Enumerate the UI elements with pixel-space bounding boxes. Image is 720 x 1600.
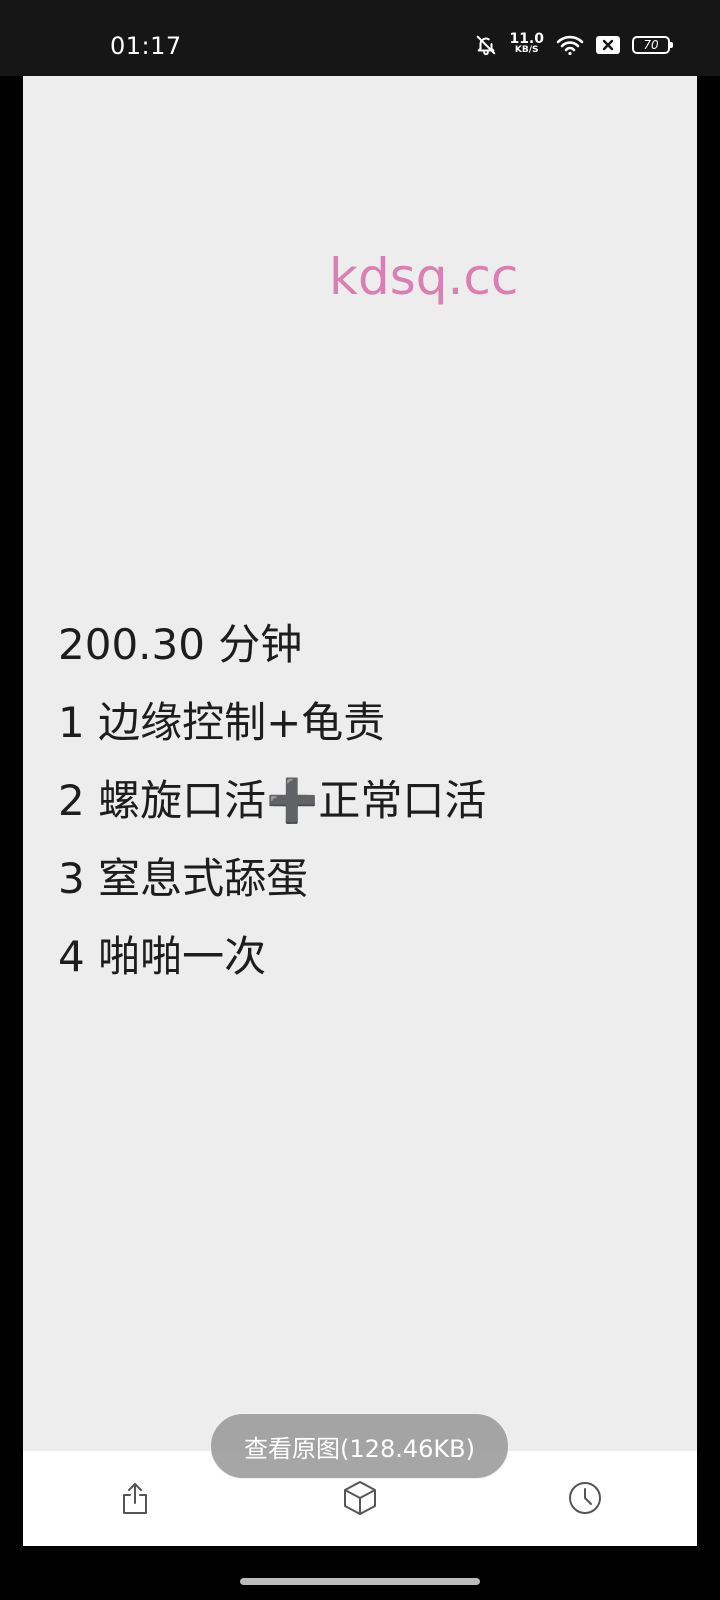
history-button[interactable] <box>563 1476 607 1520</box>
model-view-button[interactable] <box>338 1476 382 1520</box>
image-viewer[interactable]: kdsq.cc 200.30 分钟 1 边缘控制+龟责 2 螺旋口活➕正常口活 … <box>23 76 697 1451</box>
note-text: 200.30 分钟 1 边缘控制+龟责 2 螺旋口活➕正常口活 3 窒息式舔蛋 … <box>58 606 486 996</box>
cube-icon <box>344 1481 376 1515</box>
status-time: 01:17 <box>110 32 182 60</box>
sim-blocked-icon <box>596 36 620 54</box>
net-speed: 11.0 KB/S <box>509 31 544 56</box>
watermark: kdsq.cc <box>329 248 519 306</box>
status-bar: 01:17 11.0 KB/S 70 <box>0 0 720 76</box>
status-icons: 11.0 KB/S 70 <box>475 31 673 56</box>
view-original-button[interactable]: 查看原图(128.46KB) <box>210 1413 509 1479</box>
battery-icon: 70 <box>632 36 673 54</box>
clock-icon <box>569 1482 601 1514</box>
share-button[interactable] <box>113 1476 157 1520</box>
note-line: 200.30 分钟 <box>58 620 303 669</box>
note-line: 3 窒息式舔蛋 <box>58 854 309 903</box>
gesture-nav-bar[interactable] <box>240 1578 480 1585</box>
share-icon <box>123 1483 147 1514</box>
bell-muted-icon <box>475 34 497 56</box>
net-speed-unit: KB/S <box>514 45 539 55</box>
note-line: 2 螺旋口活➕正常口活 <box>58 776 487 825</box>
note-line: 1 边缘控制+龟责 <box>58 698 386 747</box>
net-speed-value: 11.0 <box>509 31 544 47</box>
note-line: 4 啪啪一次 <box>58 932 267 981</box>
wifi-icon <box>556 34 584 56</box>
